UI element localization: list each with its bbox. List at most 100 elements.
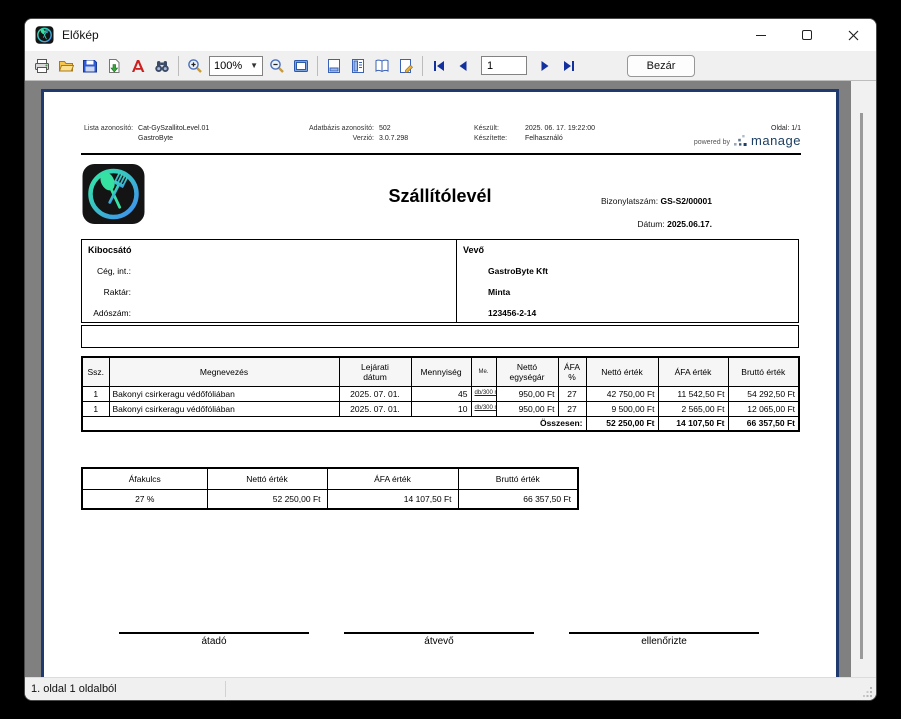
item-qty: 45 [411, 386, 471, 401]
preview-area: Lista azonosító: Cat-GySzallitoLevel.01 … [25, 81, 851, 677]
item-unit-price: 950,00 Ft [496, 401, 558, 416]
save-button[interactable] [78, 54, 102, 78]
last-page-icon [561, 58, 577, 74]
resize-grip[interactable] [863, 687, 873, 697]
vat-summary-table: Áfakulcs Nettó érték ÁFA érték Bruttó ér… [81, 467, 579, 510]
powered-by-label: powered by [694, 139, 730, 146]
buyer-panel: Vevő GastroByte Kft Minta 123456-2-14 [457, 240, 798, 322]
col-brutto-ertek: Bruttó érték [728, 357, 799, 386]
book-icon [374, 58, 390, 74]
datum-label: Dátum: [637, 219, 664, 229]
item-vat: 11 542,50 Ft [658, 386, 728, 401]
zoom-out-icon [269, 58, 285, 74]
datum-value: 2025.06.17. [667, 219, 712, 229]
edit-page-icon [398, 58, 414, 74]
vertical-scrollbar[interactable] [851, 81, 876, 677]
prev-page-button[interactable] [451, 54, 475, 78]
find-button[interactable] [150, 54, 174, 78]
keszult-value: 2025. 06. 17. 19:22:00 [525, 125, 595, 132]
print-button[interactable] [30, 54, 54, 78]
item-qty: 10 [411, 401, 471, 416]
pdf-icon [130, 58, 146, 74]
page-number-input[interactable] [481, 56, 527, 75]
chevron-down-icon: ▼ [250, 61, 258, 70]
col-megnevezes: Megnevezés [109, 357, 339, 386]
maximize-icon [802, 30, 812, 40]
col-afa-ertek: ÁFA érték [658, 357, 728, 386]
page-outline-view-button[interactable] [346, 54, 370, 78]
parties-box: Kibocsátó Cég, int.: Raktár: Adószám: Ve… [81, 239, 799, 323]
total-net-value: 52 250,00 Ft [586, 416, 658, 431]
zoom-level-value: 100% [214, 60, 242, 72]
app-logo-icon [35, 26, 54, 44]
zoom-in-button[interactable] [183, 54, 207, 78]
first-page-button[interactable] [427, 54, 451, 78]
item-unit-price: 950,00 Ft [496, 386, 558, 401]
col-netto-egysegar: Nettó egységár [496, 357, 558, 386]
document-numbers: Bizonylatszám: GS-S2/00001 Dátum: 2025.0… [601, 196, 712, 229]
maximize-button[interactable] [784, 19, 830, 51]
lista-azonosito-value: Cat-GySzallitoLevel.01 [138, 125, 209, 132]
item-expiry: 2025. 07. 01. [339, 386, 411, 401]
item-row: 1 Bakonyi csirkeragu védőfóliában 2025. … [82, 401, 799, 416]
page-status-text: 1. oldal 1 oldalból [31, 683, 117, 695]
pdf-button[interactable] [126, 54, 150, 78]
header-rule [81, 153, 801, 155]
last-page-button[interactable] [557, 54, 581, 78]
item-vat-rate: 27 [558, 386, 586, 401]
first-page-icon [431, 58, 447, 74]
adatbazis-label: Adatbázis azonosító: [286, 125, 374, 132]
vat-col-net: Nettó érték [207, 468, 327, 489]
zoom-out-button[interactable] [265, 54, 289, 78]
vat-data-row: 27 % 52 250,00 Ft 14 107,50 Ft 66 357,50… [82, 489, 578, 509]
item-unit: db/300 ml [471, 401, 496, 416]
whole-page-button[interactable] [289, 54, 313, 78]
page-footer-view-button[interactable] [322, 54, 346, 78]
oldal-value: Oldal: 1/1 [694, 125, 801, 132]
save-icon [82, 58, 98, 74]
item-ssz: 1 [82, 386, 109, 401]
document-title: Szállítólevél [44, 186, 836, 207]
item-unit: db/300 ml [471, 386, 496, 401]
vat-header-row: Áfakulcs Nettó érték ÁFA érték Bruttó ér… [82, 468, 578, 489]
statusbar-separator [225, 681, 226, 697]
item-net: 9 500,00 Ft [586, 401, 658, 416]
total-vat-value: 14 107,50 Ft [658, 416, 728, 431]
total-gross-value: 66 357,50 Ft [728, 416, 799, 431]
notes-box [81, 325, 799, 348]
two-page-view-button[interactable] [370, 54, 394, 78]
next-page-button[interactable] [533, 54, 557, 78]
issuer-company-label: Cég, int.: [25, 266, 131, 276]
manage-dots-icon [734, 135, 747, 146]
open-button[interactable] [54, 54, 78, 78]
bizonylatszam-label: Bizonylatszám: [601, 196, 658, 206]
item-row: 1 Bakonyi csirkeragu védőfóliában 2025. … [82, 386, 799, 401]
item-gross: 12 065,00 Ft [728, 401, 799, 416]
whole-page-icon [293, 58, 309, 74]
buyer-taxnumber-value: 123456-2-14 [488, 308, 536, 318]
close-preview-button[interactable]: Bezár [627, 55, 695, 77]
statusbar: 1. oldal 1 oldalból [25, 677, 876, 700]
page-outline-icon [350, 58, 366, 74]
zoom-level-select[interactable]: 100% ▼ [209, 56, 263, 76]
scrollbar-thumb[interactable] [860, 113, 863, 659]
export-button[interactable] [102, 54, 126, 78]
preview-window: Előkép [24, 18, 877, 701]
edit-page-button[interactable] [394, 54, 418, 78]
buyer-name-value: GastroByte Kft [488, 266, 548, 276]
signature-receiver: átvevő [344, 632, 534, 647]
close-button[interactable] [830, 19, 876, 51]
issuer-panel: Kibocsátó Cég, int.: Raktár: Adószám: [82, 240, 457, 322]
page-footer-icon [326, 58, 342, 74]
total-label: Összesen: [82, 416, 586, 431]
manage-brand-text: manage [751, 135, 801, 146]
minimize-button[interactable] [738, 19, 784, 51]
toolbar-separator [178, 56, 179, 76]
issuer-header: Kibocsátó [88, 245, 132, 255]
items-table: Ssz. Megnevezés Lejárati dátum Mennyiség… [81, 356, 800, 432]
vat-col-vat: ÁFA érték [327, 468, 458, 489]
signature-handover: átadó [119, 632, 309, 647]
vat-rate-value: 27 % [82, 489, 207, 509]
window-title: Előkép [62, 28, 99, 42]
zoom-in-icon [187, 58, 203, 74]
